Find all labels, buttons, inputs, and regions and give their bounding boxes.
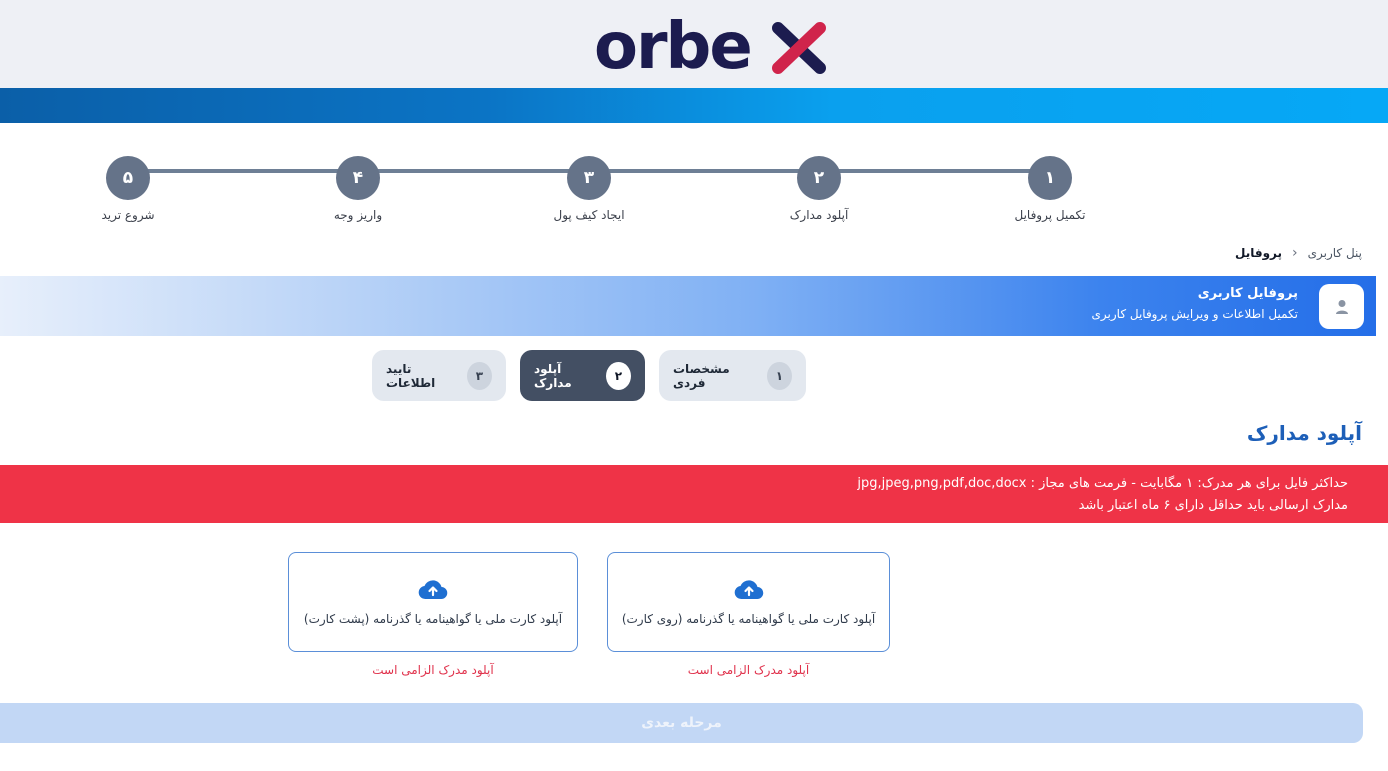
step-number: ۴ bbox=[336, 156, 380, 200]
step-deposit[interactable]: ۴ واریز وجه bbox=[293, 156, 423, 222]
cloud-upload-icon bbox=[418, 580, 448, 600]
avatar bbox=[1319, 284, 1364, 329]
breadcrumb: پنل کاربری › پروفایل bbox=[1235, 245, 1362, 261]
banner-title: پروفایل کاربری bbox=[1197, 286, 1298, 301]
alert-line-size-format: حداکثر فایل برای هر مدرک: ۱ مگابایت - فر… bbox=[857, 476, 1348, 491]
svg-text:orbe: orbe bbox=[594, 10, 751, 80]
step-create-wallet[interactable]: ۳ ایجاد کیف پول bbox=[524, 156, 654, 222]
banner-subtitle: تکمیل اطلاعات و ویرایش پروفایل کاربری bbox=[1091, 307, 1298, 321]
section-title: آپلود مدارک bbox=[1246, 421, 1362, 445]
chevron-left-icon: › bbox=[1292, 245, 1298, 261]
tab-confirm-info[interactable]: ۳ تایید اطلاعات bbox=[372, 350, 506, 401]
upload-front-label: آپلود کارت ملی یا گواهینامه یا گذرنامه (… bbox=[621, 612, 876, 626]
tab-label: آپلود مدارک bbox=[534, 361, 572, 390]
tab-personal-info[interactable]: ۱ مشخصات فردی bbox=[659, 350, 806, 401]
step-number: ۳ bbox=[567, 156, 611, 200]
step-number: ۲ bbox=[797, 156, 841, 200]
step-label: آپلود مدارک bbox=[789, 208, 849, 222]
tab-number: ۲ bbox=[605, 361, 631, 390]
header-band bbox=[0, 88, 1388, 123]
step-number: ۱ bbox=[1028, 156, 1072, 200]
upload-front-error: آپلود مدرک الزامی است bbox=[687, 663, 810, 677]
tab-label: مشخصات فردی bbox=[673, 361, 730, 390]
breadcrumb-current: پروفایل bbox=[1234, 246, 1282, 260]
tab-number: ۳ bbox=[466, 361, 492, 390]
cloud-upload-icon bbox=[734, 580, 763, 600]
upload-rules-alert: حداکثر فایل برای هر مدرک: ۱ مگابایت - فر… bbox=[0, 465, 1388, 523]
step-label: ایجاد کیف پول bbox=[553, 208, 625, 222]
step-number: ۵ bbox=[106, 156, 150, 200]
upload-back-label: آپلود کارت ملی یا گواهینامه یا گذرنامه (… bbox=[303, 612, 563, 626]
tab-label: تایید اطلاعات bbox=[386, 361, 436, 390]
user-icon bbox=[1335, 299, 1348, 314]
tab-upload-documents[interactable]: ۲ آپلود مدارک bbox=[520, 350, 645, 401]
step-start-trading[interactable]: ۵ شروع ترید bbox=[63, 156, 193, 222]
next-step-button[interactable]: مرحله بعدی bbox=[0, 703, 1363, 743]
alert-line-validity: مدارک ارسالی باید حداقل دارای ۶ ماه اعتب… bbox=[1078, 498, 1348, 513]
step-label: تکمیل پروفایل bbox=[1014, 208, 1086, 222]
top-header: orbe bbox=[0, 0, 1388, 88]
breadcrumb-root[interactable]: پنل کاربری bbox=[1308, 246, 1362, 260]
profile-banner: پروفایل کاربری تکمیل اطلاعات و ویرایش پر… bbox=[0, 276, 1376, 336]
step-upload-documents[interactable]: ۲ آپلود مدارک bbox=[754, 156, 884, 222]
upload-back-card[interactable]: آپلود کارت ملی یا گواهینامه یا گذرنامه (… bbox=[288, 552, 578, 652]
logo-x-mark bbox=[772, 22, 826, 74]
orbex-logo[interactable]: orbe bbox=[594, 2, 834, 80]
next-step-label: مرحله بعدی bbox=[641, 715, 722, 731]
tab-number: ۱ bbox=[766, 361, 792, 390]
step-label: واریز وجه bbox=[333, 208, 383, 222]
upload-back-error: آپلود مدرک الزامی است bbox=[372, 663, 494, 677]
upload-front-card[interactable]: آپلود کارت ملی یا گواهینامه یا گذرنامه (… bbox=[607, 552, 890, 652]
step-label: شروع ترید bbox=[101, 208, 155, 222]
step-complete-profile[interactable]: ۱ تکمیل پروفایل bbox=[985, 156, 1115, 222]
